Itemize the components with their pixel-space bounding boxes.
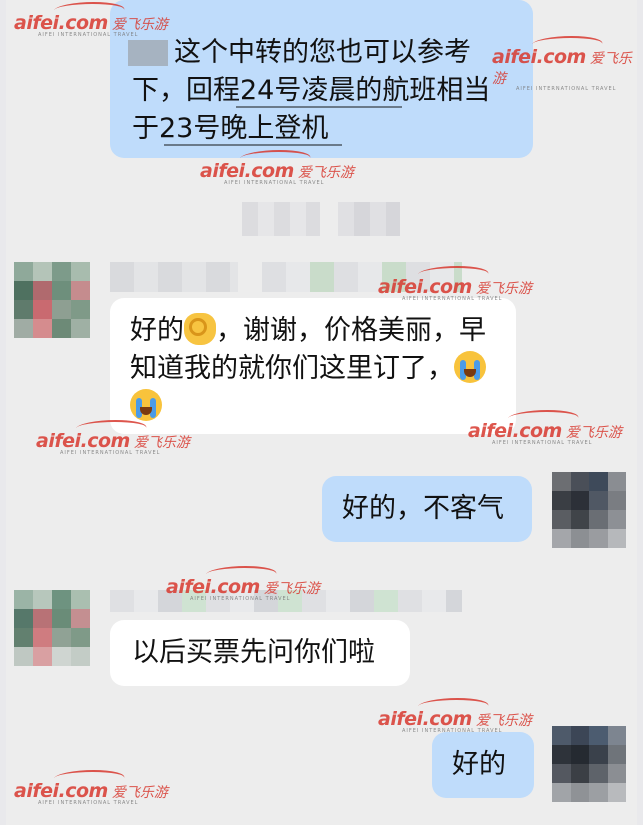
crying-emoji: [454, 351, 486, 383]
watermark-brand: aifei.com: [14, 780, 108, 802]
watermark-chinese: 爱飞乐游: [475, 713, 532, 729]
blurred-timestamp: [338, 202, 400, 236]
watermark-chinese: 爱飞乐游: [297, 165, 354, 181]
watermark-sub: AIFEI INTERNATIONAL TRAVEL: [516, 86, 617, 92]
blurred-timestamp: [242, 202, 320, 236]
ok-hand-emoji: [184, 313, 216, 345]
message-text: 知道我的就你们这里订了，: [130, 353, 454, 384]
message-text: ，谢谢，价格美丽，早: [216, 315, 486, 346]
message-bubble-received[interactable]: 好的 ，谢谢，价格美丽，早 知道我的就你们这里订了，: [110, 298, 516, 434]
message-bubble-received[interactable]: 以后买票先问你们啦: [110, 620, 410, 686]
watermark-brand: aifei.com: [378, 708, 472, 730]
blurred-sender-name: [110, 262, 238, 292]
watermark-chinese: 爱飞乐游: [133, 435, 190, 451]
message-text: 好的: [452, 749, 506, 780]
watermark-sub: AIFEI INTERNATIONAL TRAVEL: [60, 450, 161, 456]
watermark-brand: aifei.com: [14, 12, 108, 34]
avatar[interactable]: [14, 262, 90, 338]
watermark-sub: AIFEI INTERNATIONAL TRAVEL: [492, 440, 593, 446]
blurred-sender-name: [110, 590, 462, 612]
blurred-sender-name: [262, 262, 462, 292]
link-underline: [164, 144, 342, 146]
message-bubble-sent[interactable]: 这个中转的您也可以参考 下，回程24号凌晨的航班相当 于23号晚上登机: [110, 0, 533, 158]
message-text: 好的: [130, 315, 184, 346]
blurred-text: [128, 40, 168, 66]
link-underline: [236, 106, 402, 108]
message-text: 以后买票先问你们啦: [132, 637, 375, 668]
watermark-brand: aifei.com: [200, 160, 294, 182]
message-bubble-sent[interactable]: 好的: [432, 732, 534, 798]
watermark: aifei.com 爱飞乐游 AIFEI INTERNATIONAL TRAVEL: [200, 150, 354, 186]
message-line: 好的 ，谢谢，价格美丽，早: [130, 312, 502, 350]
watermark: aifei.com 爱飞乐游 AIFEI INTERNATIONAL TRAVEL: [14, 770, 168, 806]
crying-emoji: [130, 389, 162, 421]
message-bubble-sent[interactable]: 好的，不客气: [322, 476, 532, 542]
watermark-brand: aifei.com: [36, 430, 130, 452]
watermark-chinese: 爱飞乐游: [111, 785, 168, 801]
message-line: 这个中转的您也可以参考: [174, 37, 471, 68]
message-line: 知道我的就你们这里订了，: [130, 350, 502, 388]
avatar[interactable]: [14, 590, 90, 666]
watermark-chinese: 爱飞乐游: [565, 425, 622, 441]
avatar[interactable]: [552, 726, 626, 802]
watermark-sub: AIFEI INTERNATIONAL TRAVEL: [224, 180, 325, 186]
watermark: aifei.com 爱飞乐游 AIFEI INTERNATIONAL TRAVEL: [378, 698, 532, 734]
message-line: [130, 388, 502, 426]
chat-view: 这个中转的您也可以参考 下，回程24号凌晨的航班相当 于23号晚上登机 好的 ，谢…: [6, 0, 637, 825]
message-text: 好的，不客气: [342, 493, 504, 524]
message-line: 于23号晚上登机: [132, 113, 329, 144]
watermark-sub: AIFEI INTERNATIONAL TRAVEL: [38, 800, 139, 806]
watermark-chinese: 爱飞乐游: [475, 281, 532, 297]
message-line: 下，回程24号凌晨的航班相当: [132, 75, 491, 106]
avatar[interactable]: [552, 472, 626, 548]
